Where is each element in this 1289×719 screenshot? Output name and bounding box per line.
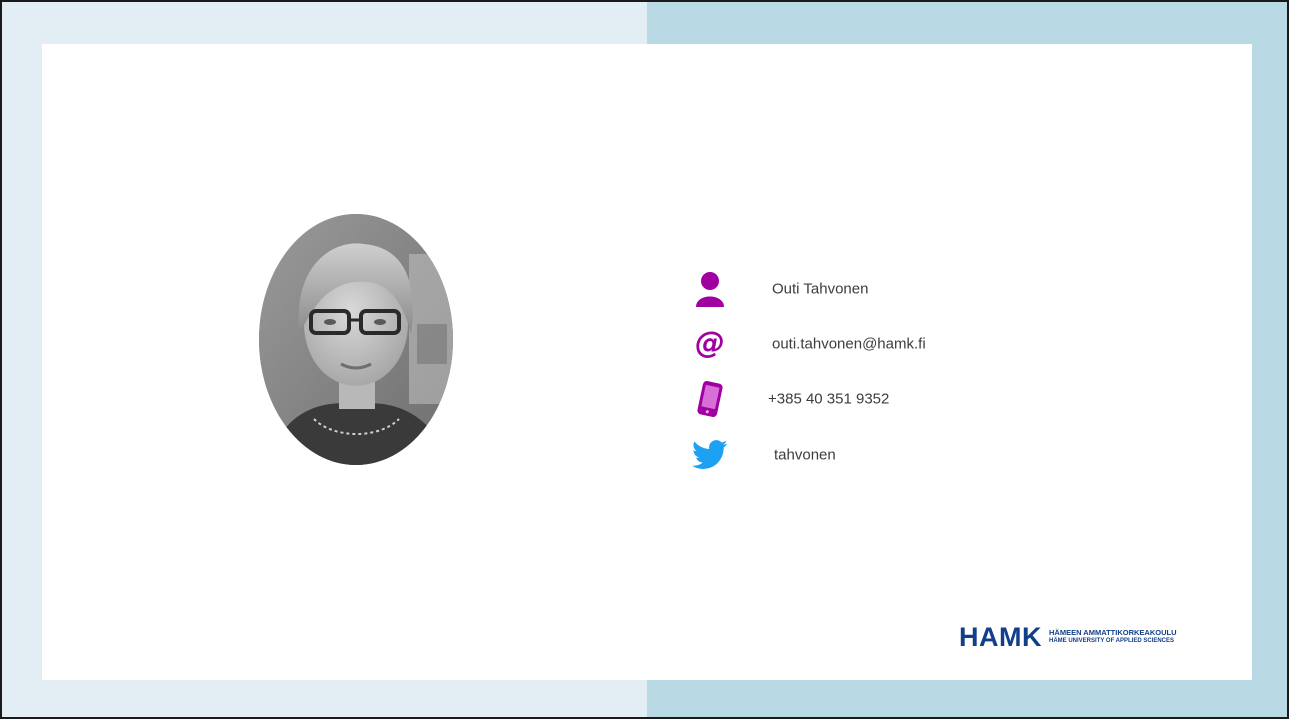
- slide-frame: Outi Tahvonen @ outi.tahvonen@hamk.fi +3…: [0, 0, 1289, 719]
- svg-text:@: @: [695, 327, 725, 361]
- hamk-logo: HAMK HÄMEEN AMMATTIKORKEAKOULU HÄME UNIV…: [959, 622, 1177, 652]
- logo-subtitle: HÄMEEN AMMATTIKORKEAKOULU HÄME UNIVERSIT…: [1049, 629, 1177, 645]
- contact-phone-row: +385 40 351 9352: [692, 381, 889, 417]
- contact-twitter[interactable]: tahvonen: [774, 447, 836, 464]
- contact-twitter-row: tahvonen: [692, 437, 836, 473]
- slide-content: Outi Tahvonen @ outi.tahvonen@hamk.fi +3…: [42, 44, 1252, 680]
- person-icon: [692, 271, 728, 307]
- profile-photo: [259, 214, 453, 465]
- twitter-bird-icon: [692, 437, 728, 473]
- logo-wordmark: HAMK: [959, 622, 1042, 652]
- logo-subtitle-line-2: HÄME UNIVERSITY OF APPLIED SCIENCES: [1049, 638, 1175, 644]
- mobile-phone-icon: [692, 381, 728, 417]
- contact-email-row: @ outi.tahvonen@hamk.fi: [692, 326, 926, 362]
- contact-name: Outi Tahvonen: [772, 280, 869, 298]
- contact-email[interactable]: outi.tahvonen@hamk.fi: [772, 336, 926, 353]
- logo-subtitle-line-1: HÄMEEN AMMATTIKORKEAKOULU: [1049, 628, 1177, 637]
- contact-phone[interactable]: +385 40 351 9352: [768, 391, 889, 408]
- contact-name-row: Outi Tahvonen: [692, 271, 868, 307]
- at-sign-icon: @: [692, 326, 728, 362]
